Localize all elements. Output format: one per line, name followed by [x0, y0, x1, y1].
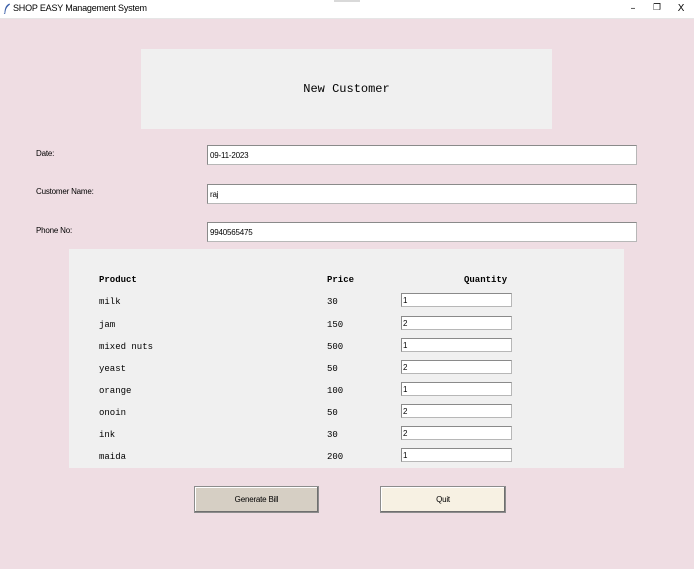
title-bar[interactable]: SHOP EASY Management System – ❐ X [0, 0, 694, 19]
quantity-input[interactable] [401, 448, 512, 462]
quantity-input[interactable] [401, 360, 512, 374]
quit-button[interactable]: Quit [380, 486, 506, 513]
product-column-header: Product [99, 275, 137, 285]
customer-name-field[interactable] [207, 184, 637, 204]
header-panel: New Customer [141, 49, 552, 129]
product-name: milk [99, 297, 121, 307]
product-name: orange [99, 386, 132, 396]
quantity-column-header: Quantity [464, 275, 508, 285]
product-price: 200 [327, 452, 344, 462]
product-name: ink [99, 430, 116, 440]
quantity-input[interactable] [401, 382, 512, 396]
product-price: 50 [327, 364, 338, 374]
phone-label: Phone No: [36, 226, 73, 235]
feather-icon [3, 3, 10, 14]
date-label: Date: [36, 149, 55, 158]
quantity-input[interactable] [401, 404, 512, 418]
title-bar-divider [334, 0, 360, 2]
product-name: jam [99, 320, 116, 330]
product-price: 150 [327, 320, 344, 330]
quantity-input[interactable] [401, 426, 512, 440]
phone-field[interactable] [207, 222, 637, 242]
product-price: 30 [327, 430, 338, 440]
product-price: 500 [327, 342, 344, 352]
minimize-icon[interactable]: – [621, 0, 645, 18]
product-price: 100 [327, 386, 344, 396]
quantity-input[interactable] [401, 316, 512, 330]
window-title: SHOP EASY Management System [13, 3, 147, 13]
close-icon[interactable]: X [669, 0, 693, 18]
date-field[interactable] [207, 145, 637, 165]
product-price: 50 [327, 408, 338, 418]
product-name: yeast [99, 364, 127, 374]
product-name: mixed nuts [99, 342, 154, 352]
product-price: 30 [327, 297, 338, 307]
product-panel: Product Price Quantity milk 30 jam 150 m… [69, 249, 624, 468]
generate-bill-button[interactable]: Generate Bill [194, 486, 319, 513]
price-column-header: Price [327, 275, 355, 285]
product-name: maida [99, 452, 127, 462]
quantity-input[interactable] [401, 338, 512, 352]
product-name: onoin [99, 408, 127, 418]
quantity-input[interactable] [401, 293, 512, 307]
restore-icon[interactable]: ❐ [645, 0, 669, 18]
customer-name-label: Customer Name: [36, 187, 94, 196]
page-title: New Customer [303, 82, 390, 96]
